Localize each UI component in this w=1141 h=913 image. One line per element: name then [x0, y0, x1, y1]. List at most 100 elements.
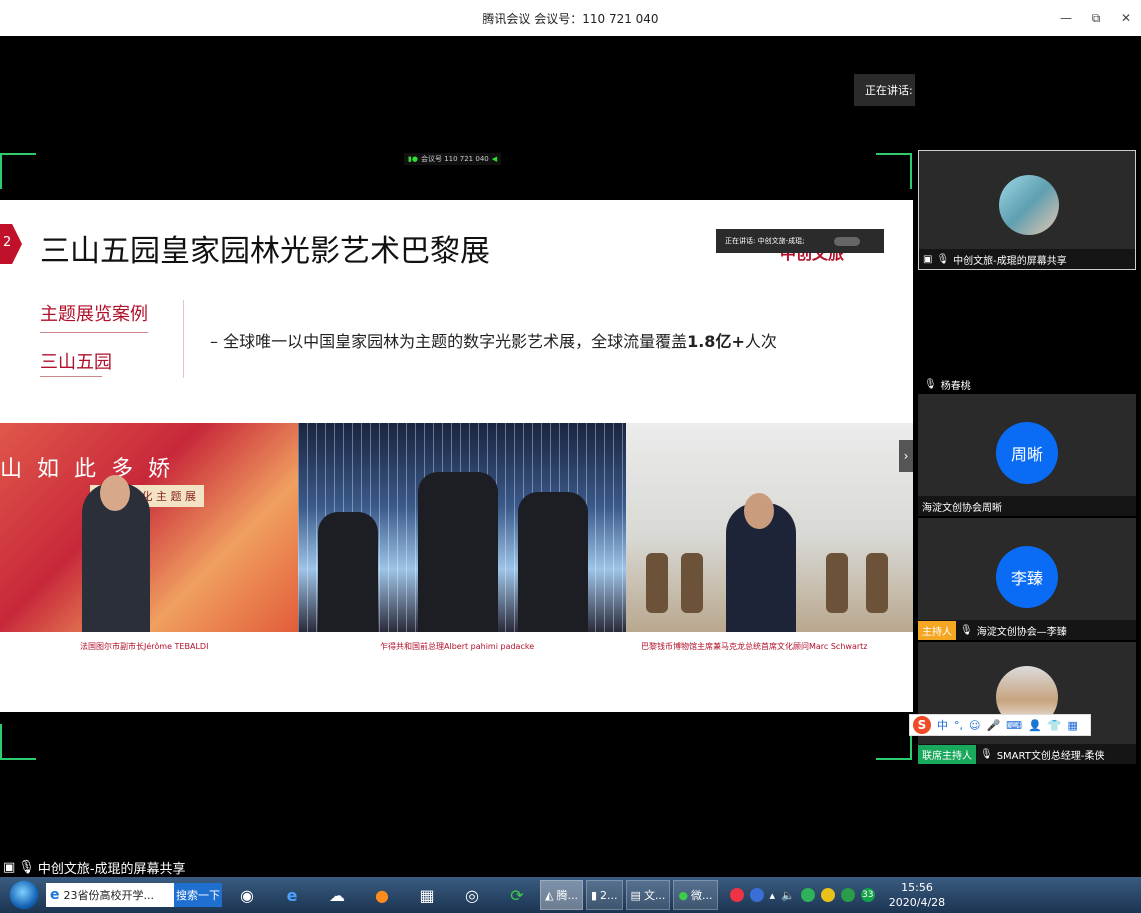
cloud-icon[interactable]: ☁	[317, 880, 357, 910]
keyboard-icon[interactable]: ⌨	[1006, 719, 1022, 732]
folder-icon: ▮	[590, 888, 598, 902]
screen-share-label: ▣ 🎙 中创文旅-成琨的屏幕共享	[3, 858, 186, 877]
event-photo-1: 山 如 此 多 娇 五 园 文 化 主 题 展	[0, 423, 298, 632]
speaking-indicator-mini: 正在讲话: 中创文旅-成琨;	[716, 229, 884, 253]
topic-underline	[40, 376, 102, 377]
event-photo-3	[626, 423, 913, 632]
share-frame-corner	[876, 153, 912, 189]
avatar: 李臻	[996, 546, 1058, 608]
skin-icon[interactable]: 👕	[1048, 719, 1062, 732]
speaker-icon: ◀	[491, 155, 498, 163]
photo-caption: 巴黎钱币博物馆主席兼马克龙总统首席文化顾问Marc Schwartz	[641, 642, 868, 651]
mini-meeting-bar: ▮● 会议号 110 721 040 ◀	[404, 153, 502, 165]
taskbar-app-label: 2...	[600, 888, 618, 902]
chevron-up-icon[interactable]: ▴	[770, 889, 776, 902]
participant-tile[interactable]: 联席主持人 🎙 SMART文创总经理-柔侠	[918, 642, 1136, 764]
screen-share-icon: ▣	[923, 253, 933, 265]
tile-label: 海淀文创协会周晰	[922, 502, 1002, 514]
mic-icon: 🎙	[18, 860, 35, 875]
share-label-text: 中创文旅-成琨的屏幕共享	[37, 862, 186, 877]
speaking-mini-label: 正在讲话: 中创文旅-成琨;	[725, 237, 805, 245]
taskbar-app-document[interactable]: ▤ 文...	[625, 880, 671, 910]
tile-label: SMART文创总经理-柔侠	[996, 750, 1105, 762]
wechat-icon: ●	[678, 888, 689, 902]
tile-label-bar: 联席主持人 🎙 SMART文创总经理-柔侠	[918, 744, 1136, 764]
participant-tile-screen-share[interactable]: ▣ 🎙 中创文旅-成琨的屏幕共享	[918, 150, 1136, 270]
window-titlebar: 腾讯会议 会议号：110 721 040 — ⧉ ✕	[0, 0, 1141, 36]
bronze-statue	[681, 553, 703, 613]
emoji-icon[interactable]: ☺	[969, 719, 980, 732]
refresh-app-icon[interactable]: ⟳	[497, 880, 537, 910]
help-icon[interactable]	[749, 888, 764, 902]
close-button[interactable]: ✕	[1111, 11, 1141, 25]
taskbar-app-label: 腾...	[556, 889, 578, 902]
screen-share-icon: ▣	[3, 860, 16, 875]
tray-app-icon[interactable]	[800, 888, 815, 902]
internet-explorer-icon[interactable]: e	[272, 880, 312, 910]
restore-button[interactable]: ⧉	[1081, 11, 1111, 26]
photo-caption: 法国图尔市副市长Jérôme TEBALDI	[80, 642, 209, 651]
speaker-avatar-placeholder	[834, 236, 861, 246]
topic-heading: 主题展览案例	[40, 304, 148, 325]
window-controls: — ⧉ ✕	[1051, 0, 1141, 36]
mic-muted-icon: 🎙	[960, 624, 973, 636]
mic-icon: 🎙	[936, 253, 950, 265]
bronze-statue	[826, 553, 848, 613]
share-frame-corner	[0, 153, 36, 189]
sogou-tray-icon[interactable]	[729, 888, 744, 902]
tray-app-icon[interactable]	[820, 888, 835, 902]
volume-icon[interactable]: 🔈	[781, 889, 795, 902]
photo-banner-text: 山 如 此 多 娇	[0, 457, 174, 482]
search-button[interactable]: 搜索一下	[174, 883, 222, 907]
toolbox-icon[interactable]: ▦	[1067, 719, 1077, 732]
browser-q-icon[interactable]: ◉	[227, 880, 267, 910]
host-badge: 主持人	[918, 620, 956, 640]
event-photo-2	[298, 423, 626, 632]
photo-caption: 乍得共和国前总理Albert pahimi padacke	[380, 642, 535, 651]
system-clock[interactable]: 15:56 2020/4/28	[889, 880, 945, 910]
shield-icon[interactable]	[840, 888, 855, 902]
visitor-figure	[518, 492, 588, 632]
tencent-meeting-icon: ◭	[545, 888, 554, 902]
system-tray: ▴ 🔈 33	[729, 888, 875, 902]
participant-tile[interactable]: 周晰 海淀文创协会周晰	[918, 394, 1136, 516]
tile-label-bar: 主持人 🎙 海淀文创协会—李臻	[918, 620, 1136, 640]
slide-description: – 全球唯一以中国皇家园林为主题的数字光影艺术展，全球流量覆盖1.8亿+人次	[210, 328, 777, 352]
taskbar-app-folder[interactable]: ▮ 2...	[585, 880, 623, 910]
next-slide-arrow[interactable]: ›	[899, 440, 913, 472]
tile-label: 中创文旅-成琨的屏幕共享	[953, 255, 1067, 267]
cohost-badge: 联席主持人	[918, 744, 976, 764]
ie-search-box[interactable]: e 23省份高校开学...	[46, 883, 174, 907]
share-frame-corner	[876, 724, 912, 760]
slide-title: 三山五园皇家园林光影艺术巴黎展	[40, 234, 490, 269]
share-frame-corner	[0, 724, 36, 760]
window-title: 腾讯会议 会议号：110 721 040	[482, 11, 659, 26]
tray-badge[interactable]: 33	[860, 888, 875, 902]
minimize-button[interactable]: —	[1051, 11, 1081, 25]
ime-punctuation-toggle[interactable]: °,	[954, 719, 963, 732]
baidu-netdisk-icon[interactable]: ◎	[452, 880, 492, 910]
user-icon[interactable]: 👤	[1028, 719, 1042, 732]
ie-search-text: 23省份高校开学...	[63, 889, 155, 902]
taskbar-app-wechat[interactable]: ● 微...	[673, 880, 718, 910]
avatar	[999, 175, 1059, 235]
taskbar-app-label: 文...	[643, 889, 666, 902]
bronze-statue	[866, 553, 888, 613]
participant-tile[interactable]: 李臻 主持人 🎙 海淀文创协会—李臻	[918, 518, 1136, 640]
taskbar: e 23省份高校开学... 搜索一下 ◉ e ☁ ● ▦ ◎ ⟳ ◭ 腾... …	[0, 877, 1141, 913]
topic-subheading: 三山五园	[40, 352, 112, 373]
voice-input-icon[interactable]: 🎤	[986, 719, 1000, 732]
speaker-head	[744, 493, 774, 529]
divider	[183, 300, 184, 378]
start-button[interactable]	[9, 880, 39, 910]
desc-text: – 全球唯一以中国皇家园林为主题的数字光影艺术展，全球流量覆盖	[210, 332, 688, 351]
app-grid-icon[interactable]: ▦	[407, 880, 447, 910]
speaker-name: 杨春桃	[940, 381, 971, 392]
speaker-name-row: 🎙 杨春桃	[924, 377, 971, 392]
taskbar-app-tencent-meeting[interactable]: ◭ 腾...	[540, 880, 583, 910]
ime-language-toggle[interactable]: 中	[937, 717, 948, 733]
sogou-logo-icon[interactable]: S	[913, 716, 931, 734]
ime-toolbar[interactable]: S 中 °, ☺ 🎤 ⌨ 👤 👕 ▦	[909, 714, 1091, 736]
firefox-icon[interactable]: ●	[362, 880, 402, 910]
presentation-slide: 2 三山五园皇家园林光影艺术巴黎展 中创文旅 正在讲话: 中创文旅-成琨; 主题…	[0, 200, 913, 712]
